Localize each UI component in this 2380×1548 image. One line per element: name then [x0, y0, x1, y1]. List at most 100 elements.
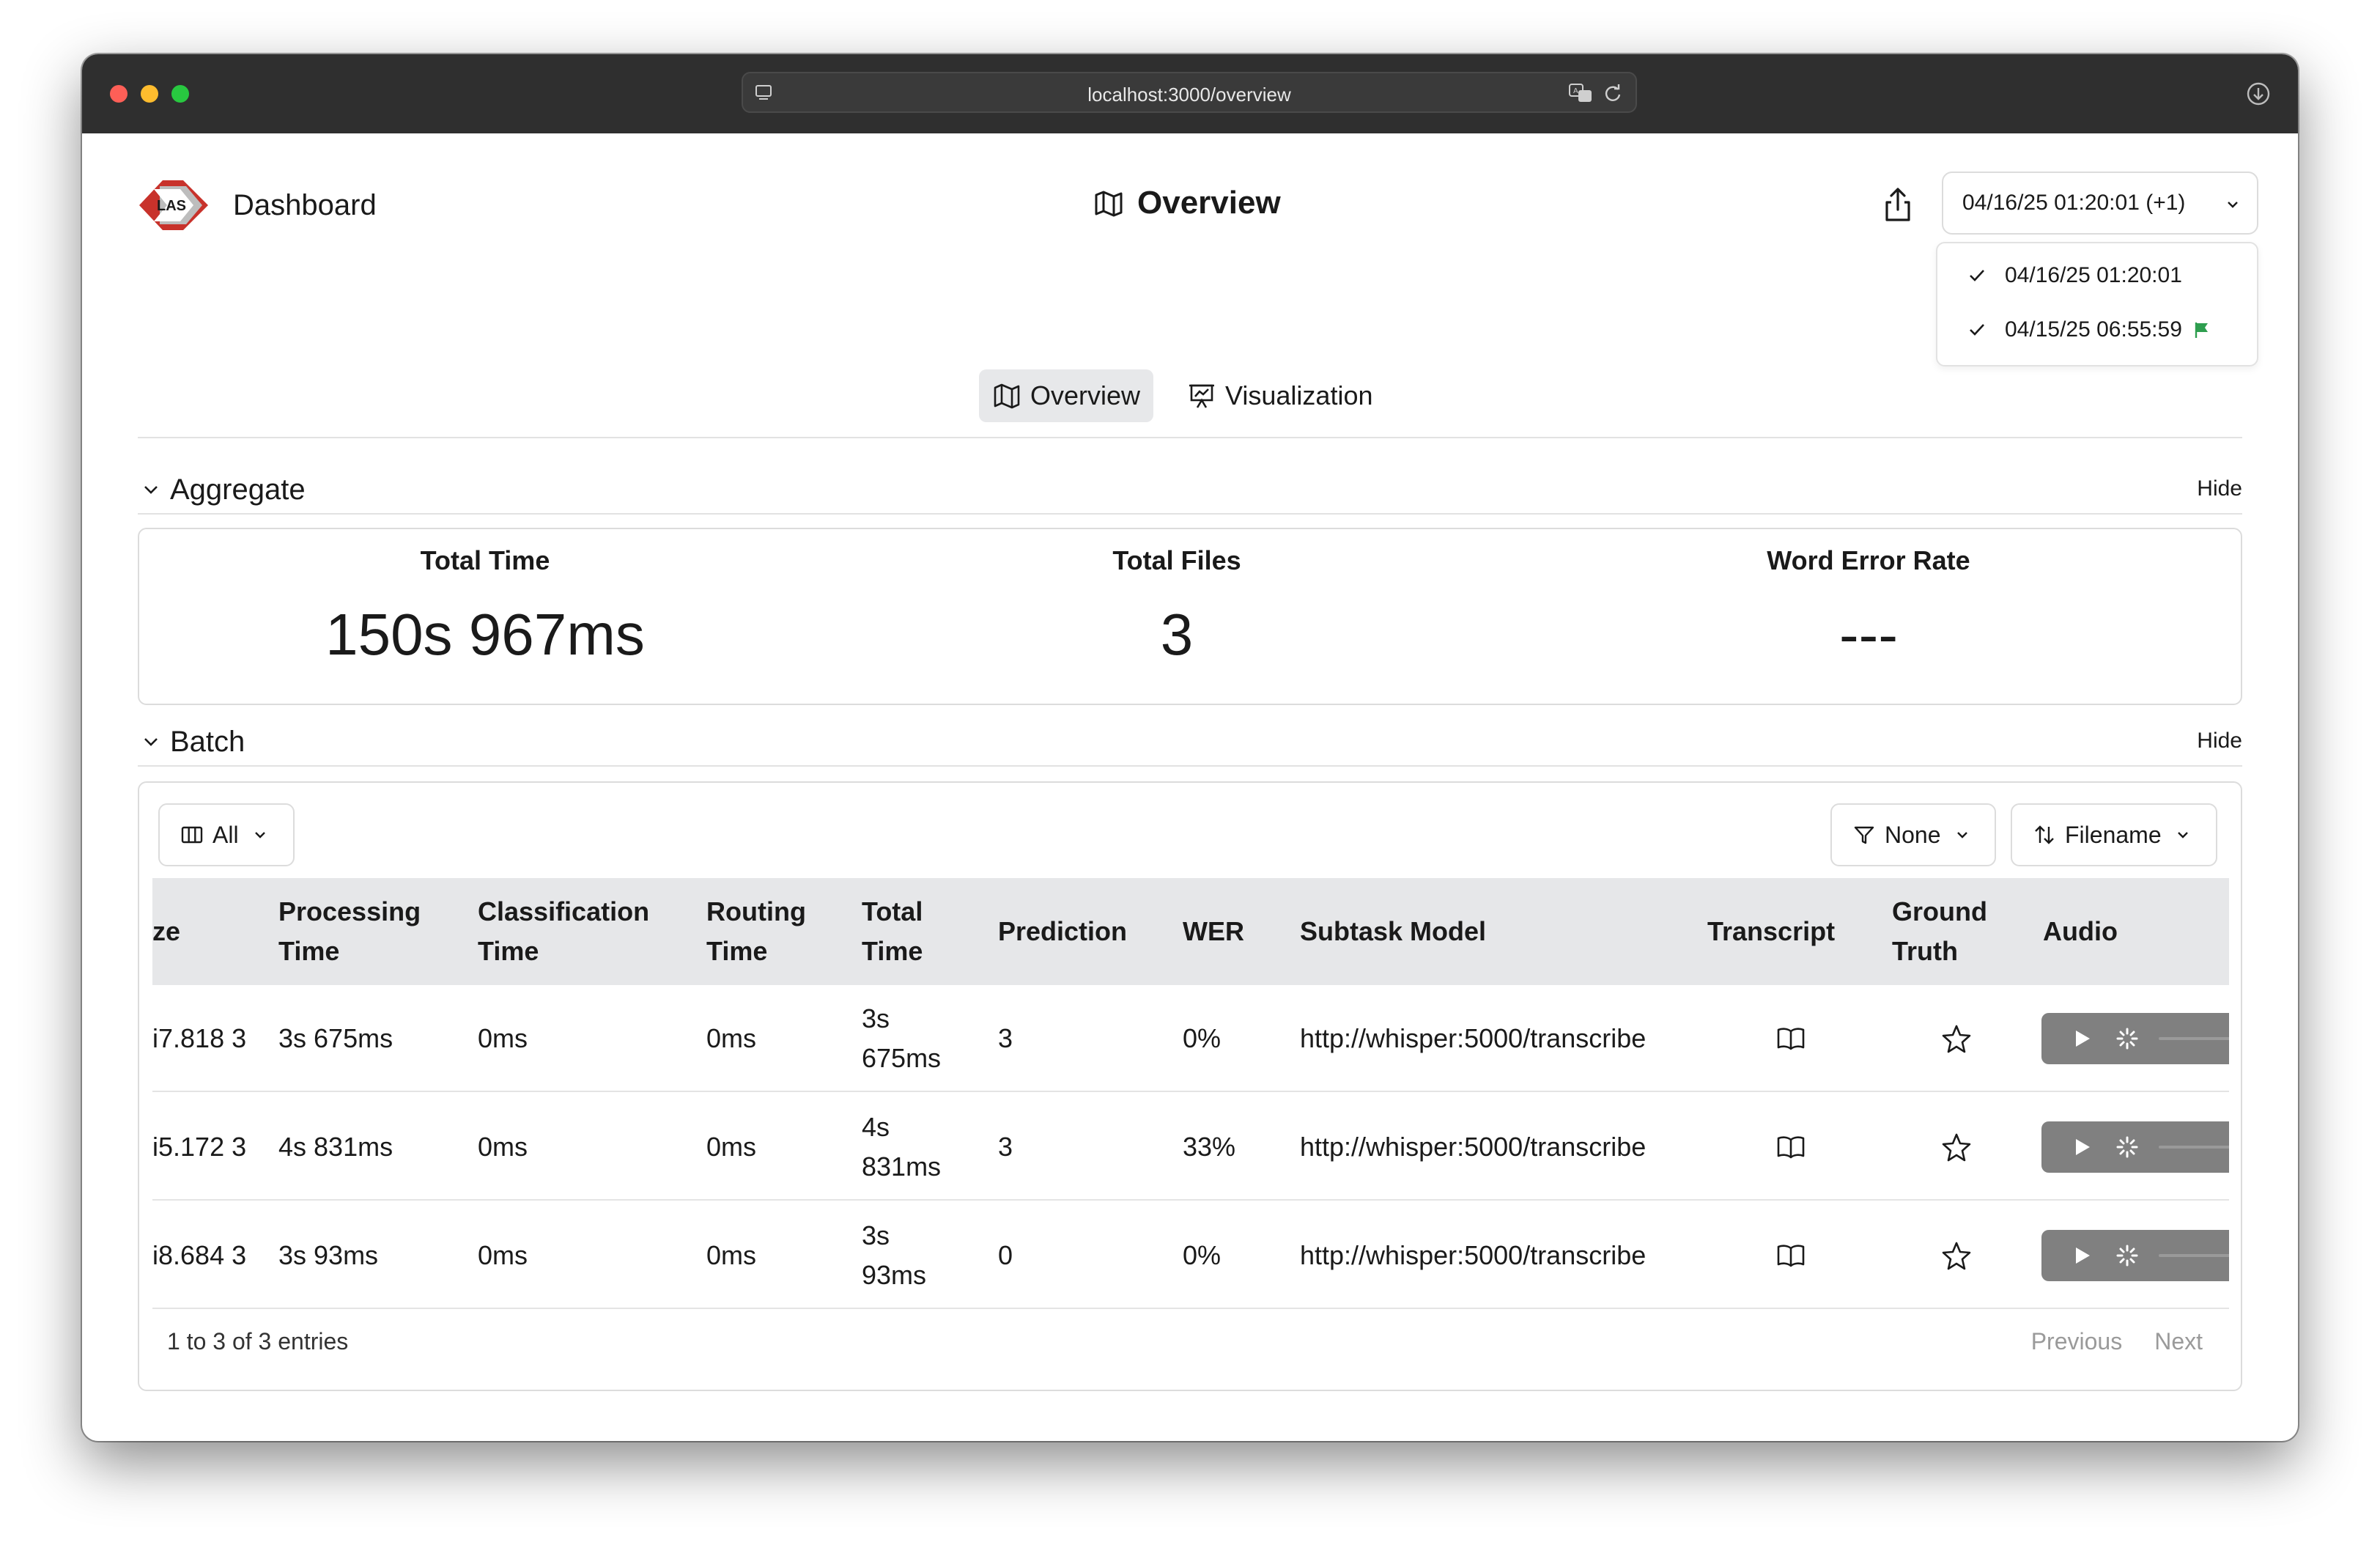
- batch-divider: [138, 765, 2242, 767]
- minimize-window-button[interactable]: [141, 85, 158, 103]
- cell-classification-time: 0ms: [478, 1132, 528, 1162]
- column-header-wer[interactable]: WER: [1183, 878, 1271, 985]
- cell-prediction: 3: [998, 1023, 1013, 1053]
- cell-processing-time: 3s 675ms: [278, 1023, 393, 1053]
- date-option-2[interactable]: 04/15/25 06:55:59: [1937, 308, 2257, 352]
- batch-section-header[interactable]: Batch Hide: [138, 718, 2242, 762]
- chevron-down-icon[interactable]: [141, 731, 161, 752]
- next-page-button[interactable]: Next: [2154, 1328, 2203, 1355]
- reload-icon[interactable]: [1602, 82, 1624, 104]
- sort-arrows-icon: [2035, 825, 2054, 844]
- table-row[interactable]: i8.684 3 3s 93ms 0ms 0ms 3s 93ms 0 0% ht…: [152, 1202, 2229, 1309]
- cell-prediction: 3: [998, 1132, 1013, 1162]
- date-select-value: 04/16/25 01:20:01 (+1): [1962, 191, 2186, 215]
- presentation-chart-icon: [1189, 384, 1215, 408]
- entries-info: 1 to 3 of 3 entries: [167, 1328, 349, 1354]
- filter-icon: [1854, 826, 1874, 844]
- column-header-size[interactable]: ze: [152, 878, 262, 985]
- ground-truth-cell[interactable]: [1940, 985, 1984, 1092]
- date-option-1[interactable]: 04/16/25 01:20:01: [1937, 254, 2257, 298]
- column-header-subtask-model[interactable]: Subtask Model: [1300, 878, 1666, 985]
- audio-player[interactable]: [2041, 1230, 2229, 1281]
- ground-truth-cell[interactable]: [1940, 1094, 1984, 1201]
- aggregate-card: Total Time 150s 967ms Total Files 3 Word…: [138, 528, 2242, 705]
- column-header-processing-time[interactable]: Processing Time: [278, 878, 454, 985]
- cell-classification-time: 0ms: [478, 1023, 528, 1053]
- svg-text:A: A: [1573, 87, 1578, 95]
- loading-spinner-icon: [2116, 1028, 2138, 1050]
- open-book-icon[interactable]: [1775, 1022, 1807, 1055]
- aggregate-divider: [138, 513, 2242, 515]
- star-icon[interactable]: [1940, 1131, 1973, 1163]
- star-icon[interactable]: [1940, 1239, 1973, 1272]
- columns-button[interactable]: All: [158, 803, 295, 866]
- date-select[interactable]: 04/16/25 01:20:01 (+1): [1942, 172, 2258, 235]
- column-header-transcript[interactable]: Transcript: [1707, 878, 1869, 985]
- close-window-button[interactable]: [110, 85, 128, 103]
- date-option-label: 04/15/25 06:55:59: [2005, 317, 2182, 342]
- column-header-prediction[interactable]: Prediction: [998, 878, 1159, 985]
- check-icon: [1970, 324, 1984, 336]
- play-icon[interactable]: [2069, 1243, 2094, 1268]
- column-header-ground-truth[interactable]: Ground Truth: [1892, 878, 2009, 985]
- audio-player[interactable]: [2041, 1121, 2229, 1173]
- tab-overview[interactable]: Overview: [979, 369, 1154, 422]
- maximize-window-button[interactable]: [171, 85, 189, 103]
- aggregate-section-header[interactable]: Aggregate Hide: [138, 466, 2242, 510]
- play-icon[interactable]: [2069, 1026, 2094, 1051]
- open-book-icon[interactable]: [1775, 1131, 1807, 1163]
- chevron-down-icon[interactable]: [141, 479, 161, 500]
- audio-progress-track[interactable]: [2159, 1146, 2229, 1149]
- transcript-cell[interactable]: [1775, 1202, 1819, 1309]
- star-icon[interactable]: [1940, 1022, 1973, 1055]
- flag-icon: [2195, 322, 2208, 338]
- columns-icon: [181, 826, 203, 844]
- transcript-cell[interactable]: [1775, 1094, 1819, 1201]
- loading-spinner-icon: [2116, 1245, 2138, 1267]
- metric-label: Word Error Rate: [1767, 545, 1970, 575]
- metric-word-error-rate: Word Error Rate ---: [1649, 529, 2088, 707]
- view-tabs: Overview Visualization: [979, 369, 1386, 422]
- cell-prediction: 0: [998, 1240, 1013, 1270]
- date-dropdown-menu: 04/16/25 01:20:01 04/15/25 06:55:59: [1936, 242, 2258, 366]
- cell-routing-time: 0ms: [706, 1132, 757, 1162]
- batch-hide-button[interactable]: Hide: [2197, 729, 2242, 753]
- filter-button[interactable]: None: [1830, 803, 1996, 866]
- batch-title: Batch: [170, 726, 245, 758]
- chevron-down-icon: [254, 832, 265, 838]
- aggregate-hide-button[interactable]: Hide: [2197, 476, 2242, 501]
- open-book-icon[interactable]: [1775, 1239, 1807, 1272]
- columns-button-label: All: [212, 821, 239, 848]
- column-header-routing-time[interactable]: Routing Time: [706, 878, 831, 985]
- column-header-classification-time[interactable]: Classification Time: [478, 878, 683, 985]
- share-icon[interactable]: [1880, 185, 1915, 224]
- batch-card: All None Filename ze Processing Time Cla…: [138, 781, 2242, 1391]
- chevron-down-icon: [2177, 832, 2188, 838]
- transcript-cell[interactable]: [1775, 985, 1819, 1092]
- sort-button[interactable]: Filename: [2011, 803, 2217, 866]
- batch-table[interactable]: ze Processing Time Classification Time R…: [152, 878, 2229, 1309]
- tab-overview-label: Overview: [1030, 380, 1141, 410]
- cell-classification-time: 0ms: [478, 1240, 528, 1270]
- table-row[interactable]: i5.172 3 4s 831ms 0ms 0ms 4s 831ms 3 33%…: [152, 1094, 2229, 1201]
- cell-processing-time: 4s 831ms: [278, 1132, 393, 1162]
- table-row[interactable]: i7.818 3 3s 675ms 0ms 0ms 3s 675ms 3 0% …: [152, 985, 2229, 1092]
- download-icon[interactable]: [2245, 81, 2272, 107]
- column-header-total-time[interactable]: Total Time: [862, 878, 957, 985]
- cell-wer: 33%: [1183, 1132, 1236, 1162]
- translate-icon[interactable]: A: [1568, 82, 1594, 104]
- column-header-audio[interactable]: Audio: [2043, 878, 2160, 985]
- audio-player[interactable]: [2041, 1013, 2229, 1064]
- audio-progress-track[interactable]: [2159, 1254, 2229, 1257]
- audio-progress-track[interactable]: [2159, 1037, 2229, 1040]
- tab-visualization[interactable]: Visualization: [1174, 369, 1386, 422]
- ground-truth-cell[interactable]: [1940, 1202, 1984, 1309]
- cell-total-time: 3s 93ms: [862, 1220, 927, 1290]
- las-logo[interactable]: LAS: [138, 176, 218, 235]
- brand-title[interactable]: Dashboard: [233, 189, 377, 222]
- metric-total-time: Total Time 150s 967ms: [265, 529, 705, 707]
- address-bar[interactable]: localhost:3000/overview A: [742, 72, 1637, 113]
- browser-window: localhost:3000/overview A LAS Dashboard: [82, 54, 2298, 1441]
- previous-page-button[interactable]: Previous: [2031, 1328, 2123, 1355]
- play-icon[interactable]: [2069, 1135, 2094, 1160]
